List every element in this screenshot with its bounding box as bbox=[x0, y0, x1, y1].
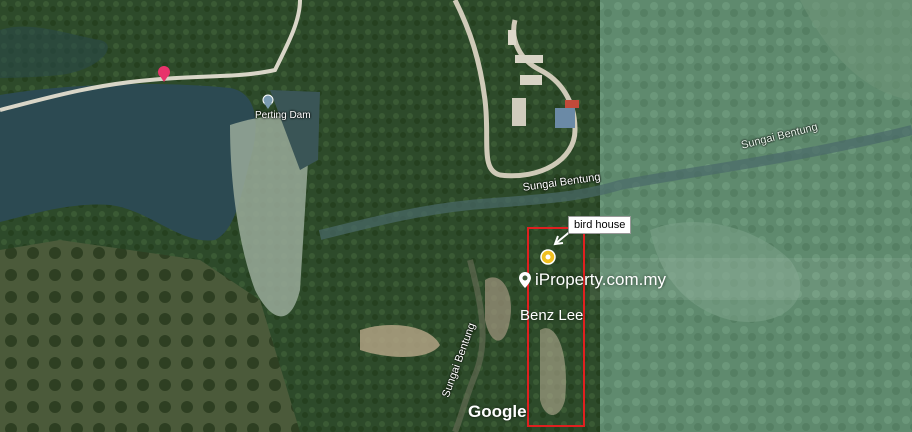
property-highlight-box bbox=[527, 227, 585, 427]
bird-house-callout: bird house bbox=[568, 216, 632, 234]
iproperty-watermark: iProperty.com.my bbox=[518, 270, 666, 290]
building bbox=[515, 55, 543, 63]
building bbox=[508, 30, 516, 45]
building bbox=[520, 75, 542, 85]
google-attribution: Google bbox=[468, 402, 527, 421]
location-pin-icon bbox=[519, 272, 531, 288]
watermark-brand: iProperty.com.my bbox=[535, 270, 666, 289]
building-roof-red bbox=[565, 100, 579, 108]
agent-name: Benz Lee bbox=[520, 307, 584, 324]
dam-label: Perting Dam bbox=[255, 110, 311, 121]
building-roof-blue bbox=[555, 108, 575, 128]
building bbox=[512, 98, 526, 126]
